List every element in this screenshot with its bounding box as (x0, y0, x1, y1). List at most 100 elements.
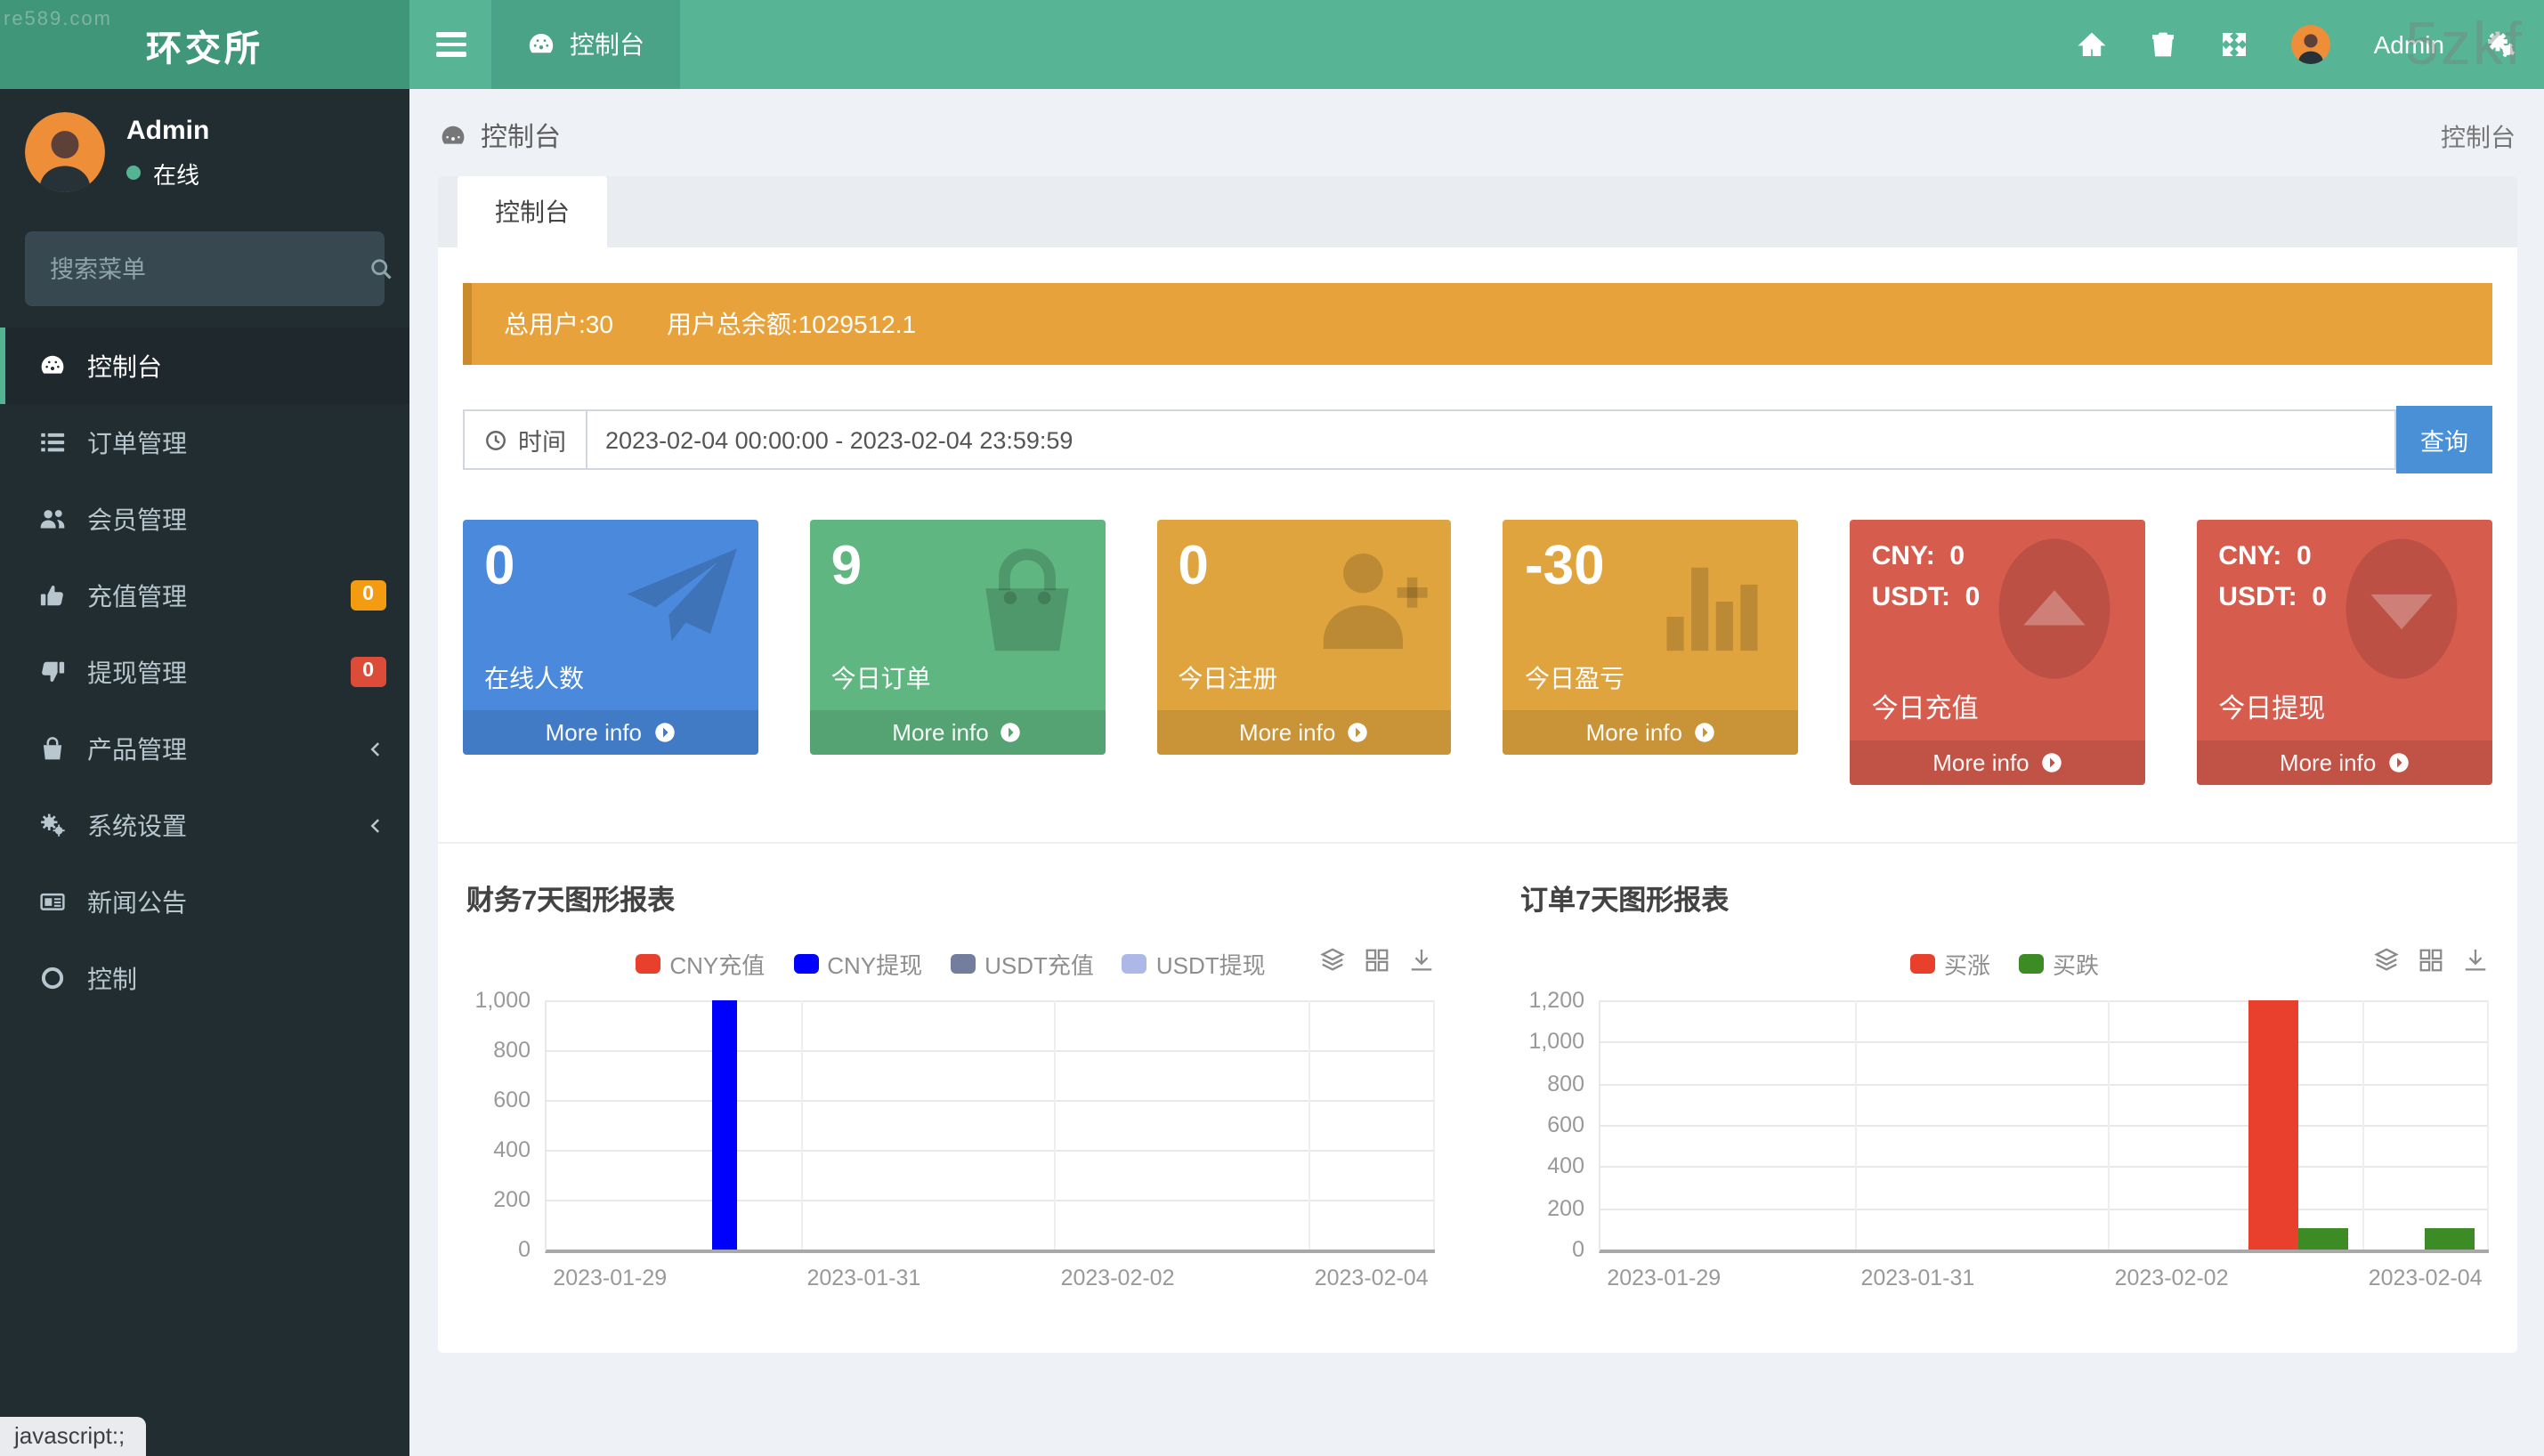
stacked-view-icon[interactable] (2373, 947, 2400, 974)
legend-item-1[interactable]: 买跌 (2019, 947, 2099, 981)
sidebar-item-label: 产品管理 (87, 731, 187, 766)
sidebar-item-label: 会员管理 (87, 501, 187, 537)
summary-alert: 总用户:30 用户总余额:1029512.1 (463, 283, 2492, 365)
legend-item-3[interactable]: USDT提现 (1122, 947, 1266, 981)
user-avatar[interactable] (2292, 25, 2331, 64)
fullscreen-button[interactable] (2221, 30, 2249, 59)
stat-label: 今日盈亏 (1525, 660, 1624, 696)
download-icon[interactable] (1408, 947, 1435, 974)
sidebar-avatar (25, 112, 105, 192)
sidebar: Admin 在线 控制台订单管理会员管理充值管理 0 提现管理0 产品管理系统设置新闻… (0, 89, 409, 1456)
more-info-link[interactable]: More info (1851, 740, 2146, 785)
sidebar-item-control[interactable]: 控制 (0, 940, 409, 1016)
y-tick-label: 800 (1547, 1071, 1584, 1096)
expand-arrows-icon (2221, 30, 2249, 59)
x-tick-label: 2023-02-04 (2346, 1266, 2506, 1290)
clock-icon (484, 428, 507, 451)
sidebar-item-label: 充值管理 (87, 578, 187, 613)
time-filter: 时间 查询 (463, 406, 2492, 473)
sidebar-item-withdraw[interactable]: 提现管理0 (0, 634, 409, 710)
thumb-down-icon (32, 659, 71, 685)
sidebar-user-panel: Admin 在线 (0, 89, 409, 206)
stat-card-today-recharge: CNY: 0USDT: 0今日充值More info (1851, 520, 2146, 785)
stat-label: 在线人数 (484, 660, 584, 696)
legend-item-1[interactable]: CNY提现 (793, 947, 922, 981)
x-tick-label: 2023-01-31 (1837, 1266, 1997, 1290)
x-tick-label: 2023-01-29 (1584, 1266, 1744, 1290)
chart-title: 订单7天图形报表 (1520, 879, 2489, 918)
tiled-view-icon[interactable] (1364, 947, 1390, 974)
y-tick-label: 200 (1547, 1195, 1584, 1220)
stat-card-today-registered: 0今日注册More info (1156, 520, 1452, 755)
navbar-tab-dashboard[interactable]: 控制台 (491, 0, 680, 89)
home-button[interactable] (2078, 30, 2107, 59)
search-icon[interactable] (369, 256, 393, 281)
tiled-view-icon[interactable] (2418, 947, 2444, 974)
sidebar-toggle-button[interactable] (409, 0, 491, 89)
home-icon (2078, 30, 2107, 59)
circle-arrow-right-icon (1346, 721, 1369, 744)
stat-card-online-users: 0在线人数More info (463, 520, 758, 755)
y-tick-label: 1,000 (474, 988, 531, 1013)
dashboard-card: 控制台 总用户:30 用户总余额:1029512.1 时间 查询 0 在线人数 Mo… (438, 176, 2517, 1353)
legend-item-0[interactable]: CNY充值 (636, 947, 765, 981)
tab-strip: 控制台 (438, 176, 2517, 247)
time-addon: 时间 (463, 409, 587, 470)
stacked-view-icon[interactable] (1319, 947, 1346, 974)
y-tick-label: 600 (1547, 1112, 1584, 1137)
date-range-input[interactable] (587, 409, 2396, 470)
sidebar-item-orders[interactable]: 订单管理 (0, 404, 409, 481)
paper-plane-icon (620, 541, 741, 662)
stat-card-today-withdraw: CNY: 0USDT: 0今日提现More info (2197, 520, 2492, 785)
sidebar-item-members[interactable]: 会员管理 (0, 481, 409, 557)
x-tick-label: 2023-02-04 (1292, 1266, 1452, 1290)
time-label: 时间 (518, 422, 566, 457)
total-balance-label: 用户总余额:1029512.1 (667, 306, 916, 342)
clear-cache-button[interactable] (2150, 30, 2178, 59)
main-content: 控制台 控制台 控制台 总用户:30 用户总余额:1029512.1 时间 (409, 89, 2544, 1456)
sidebar-item-label: 提现管理 (87, 654, 187, 690)
legend-item-0[interactable]: 买涨 (1910, 947, 1990, 981)
dashboard-icon (32, 352, 71, 379)
tab-dashboard[interactable]: 控制台 (458, 176, 607, 247)
more-info-link[interactable]: More info (463, 710, 758, 755)
sidebar-item-news[interactable]: 新闻公告 (0, 863, 409, 940)
search-input[interactable] (46, 254, 369, 284)
breadcrumb-title: 控制台 (481, 117, 561, 155)
legend-item-2[interactable]: USDT充值 (951, 947, 1094, 981)
x-tick-label: 2023-01-31 (783, 1266, 944, 1290)
charts-row: 财务7天图形报表 CNY充值CNY提现USDT充值USDT提现 02004006… (463, 879, 2492, 1306)
chart-toolbox (2373, 947, 2489, 974)
browser-status-bar: javascript:; (0, 1417, 146, 1456)
sidebar-item-products[interactable]: 产品管理 (0, 710, 409, 787)
y-axis-labels: 02004006008001,0001,200 (1520, 1000, 1599, 1253)
chart-toolbox (1319, 947, 1435, 974)
y-tick-label: 600 (493, 1088, 531, 1112)
chart-plot: 2023-01-292023-01-312023-02-022023-02-04 (1599, 1000, 2489, 1253)
top-navbar: 环交所 控制台 Admin (0, 0, 2544, 89)
sidebar-item-system-settings[interactable]: 系统设置 (0, 787, 409, 863)
chart-title: 财务7天图形报表 (466, 879, 1435, 918)
sidebar-item-recharge[interactable]: 充值管理 0 (0, 557, 409, 634)
sidebar-item-dashboard[interactable]: 控制台 (0, 328, 409, 404)
more-info-link[interactable]: More info (2197, 740, 2492, 785)
y-tick-label: 0 (518, 1237, 531, 1262)
hamburger-icon (435, 28, 466, 61)
orders-chart-panel: 订单7天图形报表 买涨买跌 02004006008001,0001,200 (1520, 879, 2489, 1306)
section-divider (438, 842, 2517, 844)
chart-bar (2426, 1229, 2475, 1250)
query-button[interactable]: 查询 (2396, 406, 2492, 473)
circle-arrow-right-icon (652, 721, 676, 744)
breadcrumb-current: 控制台 (2441, 118, 2516, 154)
circle-arrow-right-icon (1000, 721, 1023, 744)
more-info-link[interactable]: More info (810, 710, 1106, 755)
count-badge: 0 (350, 579, 386, 611)
watermark-top-left: re589.com (4, 9, 112, 30)
circle-up-icon (1989, 530, 2120, 687)
more-info-link[interactable]: More info (1503, 710, 1799, 755)
thumb-up-icon (32, 582, 71, 609)
y-tick-label: 1,000 (1528, 1030, 1584, 1055)
download-icon[interactable] (2462, 947, 2489, 974)
stat-label: 今日充值 (1872, 689, 1979, 726)
more-info-link[interactable]: More info (1156, 710, 1452, 755)
